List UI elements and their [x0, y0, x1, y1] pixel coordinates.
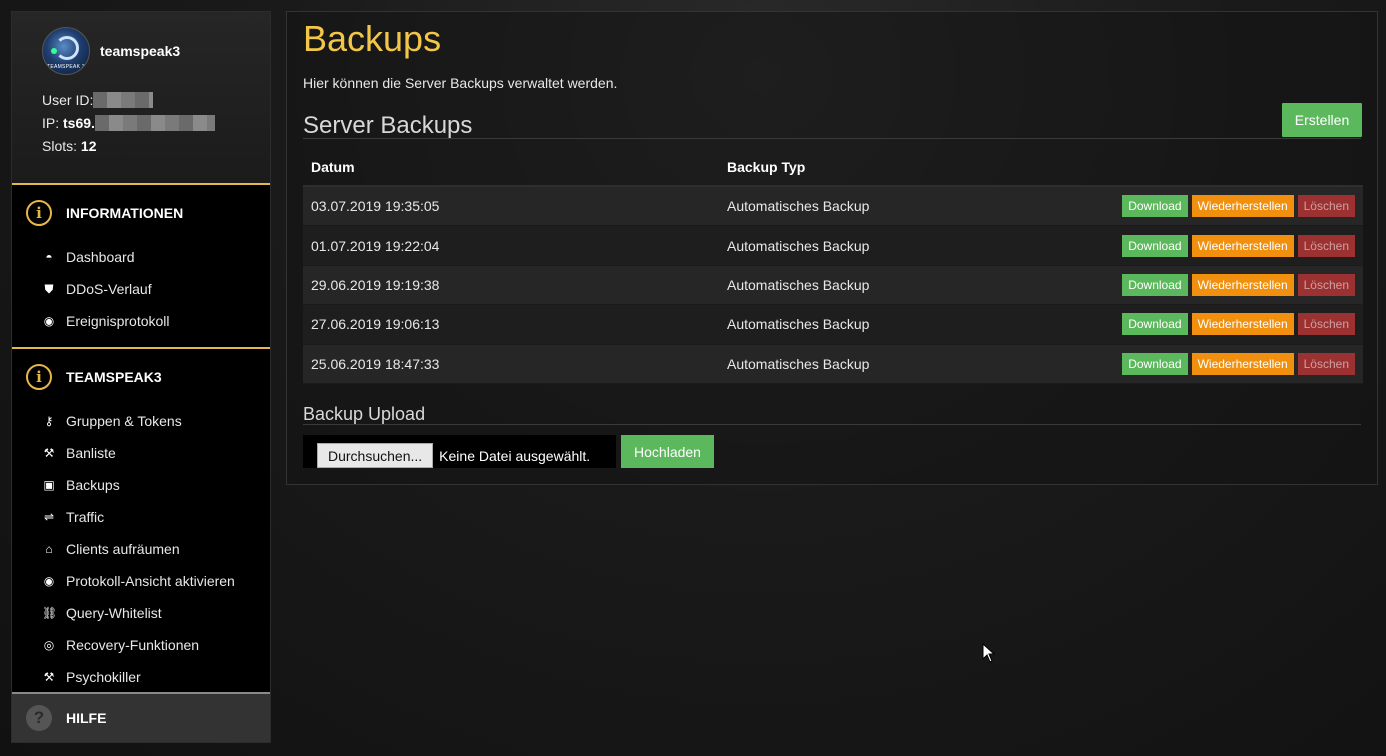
sidebar-item-psychokiller[interactable]: ⚒ Psychokiller — [12, 661, 270, 693]
delete-button[interactable]: Löschen — [1297, 313, 1355, 336]
backups-table: Datum Backup Typ 03.07.2019 19:35:05 Aut… — [303, 149, 1363, 384]
backup-date: 25.06.2019 18:47:33 — [311, 355, 440, 372]
sidebar-item-query-whitelist[interactable]: ⛓ Query-Whitelist — [12, 597, 270, 629]
download-button[interactable]: Download — [1122, 195, 1188, 218]
question-icon: ? — [26, 705, 52, 731]
gavel-icon: ⚒ — [43, 446, 55, 460]
sidebar-item-ddos-verlauf[interactable]: ⛊ DDoS-Verlauf — [12, 273, 270, 305]
table-row: 03.07.2019 19:35:05 Automatisches Backup… — [303, 187, 1363, 227]
backup-date: 27.06.2019 19:06:13 — [311, 316, 440, 333]
backup-type: Automatisches Backup — [727, 355, 870, 372]
sidebar-help[interactable]: ? HILFE — [12, 692, 270, 742]
backup-upload-heading: Backup Upload — [303, 404, 426, 424]
table-header: Datum Backup Typ — [303, 149, 1363, 187]
backup-date: 29.06.2019 19:19:38 — [311, 276, 440, 293]
eye-icon: ◉ — [43, 574, 55, 588]
backup-type: Automatisches Backup — [727, 276, 870, 293]
server-backups-heading: Server Backups — [303, 112, 473, 139]
page-subtitle: Hier können die Server Backups verwaltet… — [303, 75, 618, 91]
lifebuoy-icon: ◎ — [43, 638, 55, 652]
ip-line: IP: ts69. — [42, 115, 215, 131]
info-icon: i — [26, 200, 52, 226]
delete-button[interactable]: Löschen — [1297, 352, 1355, 375]
username: teamspeak3 — [100, 43, 181, 59]
sidebar: TEAMSPEAK 3 teamspeak3 User ID: IP: ts69… — [11, 11, 271, 743]
backup-type: Automatisches Backup — [727, 237, 870, 254]
sidebar-item-ereignisprotokoll[interactable]: ◉ Ereignisprotokoll — [12, 305, 270, 337]
slots-value: 12 — [80, 138, 97, 154]
wrench-icon: ⚒ — [43, 670, 55, 684]
section-informationen: i INFORMATIONEN — [12, 185, 270, 241]
backup-date: 03.07.2019 19:35:05 — [311, 198, 440, 215]
profile-panel: TEAMSPEAK 3 teamspeak3 User ID: IP: ts69… — [12, 12, 270, 185]
eye-icon: ◉ — [43, 314, 55, 328]
link-icon: ⛓ — [42, 606, 58, 620]
column-header-backup-typ: Backup Typ — [727, 159, 806, 175]
redacted-user-id — [93, 92, 154, 108]
delete-button[interactable]: Löschen — [1297, 234, 1355, 257]
main-panel: Backups Hier können die Server Backups v… — [286, 11, 1378, 485]
file-input[interactable]: Durchsuchen... Keine Datei ausgewählt. — [303, 435, 616, 468]
gauge-icon: ◓ — [45, 250, 53, 264]
restore-button[interactable]: Wiederherstellen — [1191, 352, 1294, 375]
backup-type: Automatisches Backup — [727, 198, 870, 215]
download-button[interactable]: Download — [1122, 273, 1188, 296]
traffic-icon: ⇌ — [43, 510, 55, 524]
download-button[interactable]: Download — [1122, 234, 1188, 257]
page-title: Backups — [303, 18, 442, 59]
shield-icon: ⛊ — [44, 281, 54, 296]
mouse-cursor-icon — [982, 643, 996, 663]
table-row: 25.06.2019 18:47:33 Automatisches Backup… — [303, 344, 1363, 384]
trash-icon: ⌂ — [45, 542, 53, 556]
backup-date: 01.07.2019 19:22:04 — [311, 237, 440, 254]
delete-button[interactable]: Löschen — [1297, 195, 1355, 218]
ip-value: ts69. — [63, 115, 95, 131]
user-id-line: User ID: — [42, 92, 154, 108]
table-row: 29.06.2019 19:19:38 Automatisches Backup… — [303, 265, 1363, 306]
divider — [303, 424, 1361, 425]
table-row: 01.07.2019 19:22:04 Automatisches Backup… — [303, 226, 1363, 266]
sidebar-item-banliste[interactable]: ⚒ Banliste — [12, 437, 270, 469]
download-button[interactable]: Download — [1122, 313, 1188, 336]
sidebar-item-backups[interactable]: ▣ Backups — [12, 469, 270, 501]
key-icon: ⚷ — [44, 414, 54, 428]
avatar: TEAMSPEAK 3 — [42, 27, 90, 75]
create-backup-button[interactable]: Erstellen — [1282, 103, 1362, 137]
backup-type: Automatisches Backup — [727, 316, 870, 333]
sidebar-item-clients-aufraeumen[interactable]: ⌂ Clients aufräumen — [12, 533, 270, 565]
upload-button[interactable]: Hochladen — [621, 435, 714, 468]
info-icon: i — [26, 364, 52, 390]
restore-button[interactable]: Wiederherstellen — [1191, 313, 1294, 336]
divider — [303, 138, 1361, 139]
sidebar-item-gruppen-tokens[interactable]: ⚷ Gruppen & Tokens — [12, 405, 270, 437]
sidebar-item-protokoll-ansicht[interactable]: ◉ Protokoll-Ansicht aktivieren — [12, 565, 270, 597]
section-teamspeak3: i TEAMSPEAK3 — [12, 349, 270, 405]
download-button[interactable]: Download — [1122, 352, 1188, 375]
browse-button[interactable]: Durchsuchen... — [317, 443, 434, 468]
restore-button[interactable]: Wiederherstellen — [1191, 273, 1294, 296]
column-header-datum: Datum — [311, 159, 355, 175]
file-status: Keine Datei ausgewählt. — [439, 448, 591, 464]
redacted-ip — [94, 115, 215, 131]
delete-button[interactable]: Löschen — [1297, 273, 1355, 296]
restore-button[interactable]: Wiederherstellen — [1191, 234, 1294, 257]
table-row: 27.06.2019 19:06:13 Automatisches Backup… — [303, 305, 1363, 345]
restore-button[interactable]: Wiederherstellen — [1191, 195, 1294, 218]
sidebar-item-traffic[interactable]: ⇌ Traffic — [12, 501, 270, 533]
sidebar-item-recovery-funktionen[interactable]: ◎ Recovery-Funktionen — [12, 629, 270, 661]
slots-line: Slots: 12 — [42, 138, 97, 154]
sidebar-item-dashboard[interactable]: ◓ Dashboard — [12, 241, 270, 273]
floppy-icon: ▣ — [43, 478, 55, 492]
